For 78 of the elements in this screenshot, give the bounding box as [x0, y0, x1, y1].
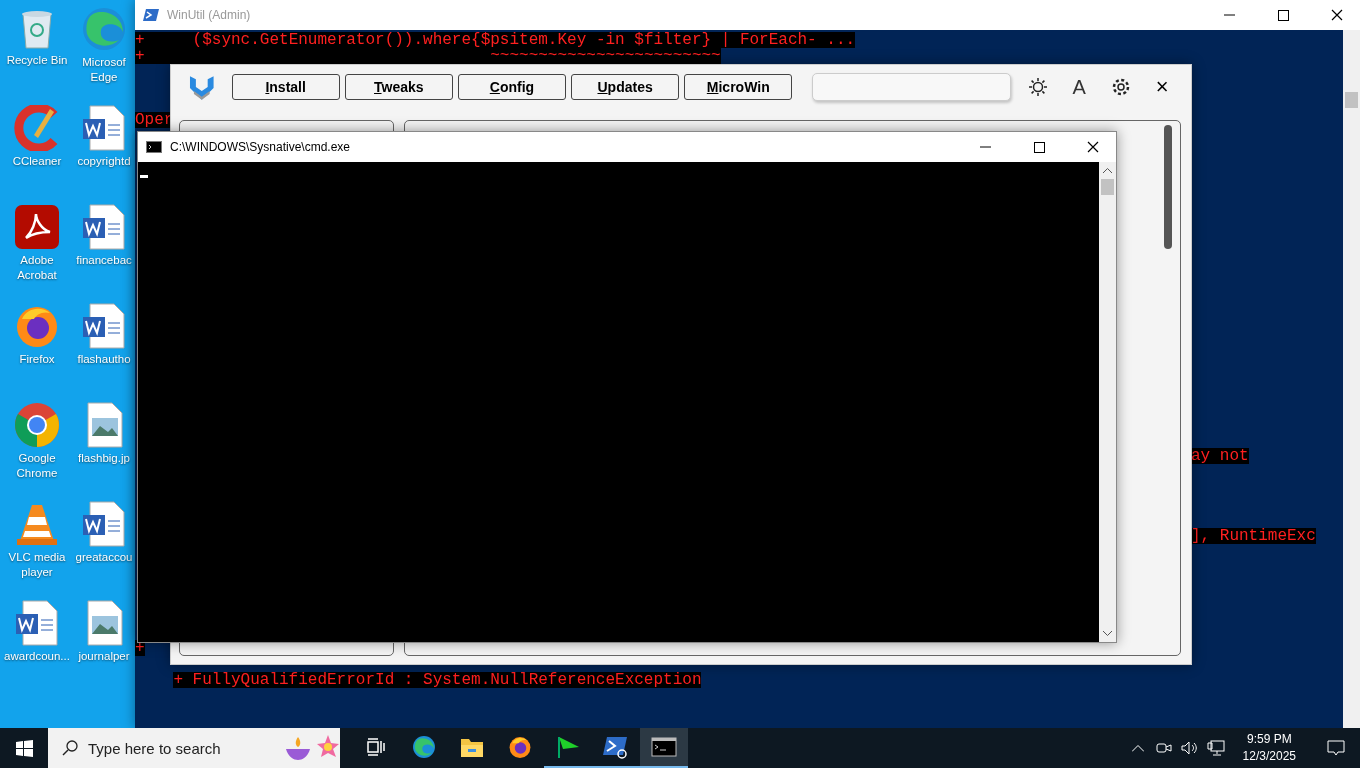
powershell-icon[interactable]	[603, 734, 629, 760]
firefox-icon[interactable]	[508, 735, 532, 759]
clock-time[interactable]: 9:59 PM	[1246, 731, 1292, 748]
image-file-icon	[84, 402, 124, 448]
desktop-icon-label[interactable]: Recycle Bin	[6, 53, 68, 68]
minimize-icon[interactable]	[1223, 14, 1235, 16]
chevron-up-icon[interactable]	[1131, 744, 1144, 752]
maximize-icon[interactable]	[1033, 141, 1045, 153]
clock-date[interactable]: 12/3/2025	[1242, 748, 1296, 765]
edge-icon[interactable]	[412, 735, 436, 759]
edge-icon	[81, 6, 127, 52]
maximize-icon[interactable]	[1277, 9, 1289, 21]
scrollbar-thumb[interactable]	[1101, 179, 1114, 195]
nav-tab[interactable]: Tweaks	[344, 74, 453, 100]
word-document-icon	[15, 600, 59, 646]
taskbar-search-field[interactable]: Type here to search	[48, 728, 340, 768]
error-text: + ($sync.GetEnumerator()).where{$psitem.Key -in $filter} | ForEach- ...	[135, 32, 856, 48]
desktop-icon-label[interactable]: financebac	[76, 253, 132, 268]
windows-start-icon[interactable]	[15, 739, 33, 757]
desktop-icon-label[interactable]: flashautho	[77, 352, 131, 367]
desktop-icon-label[interactable]: CCleaner	[12, 154, 62, 169]
sun-icon[interactable]	[1027, 77, 1048, 97]
close-button[interactable]: ×	[1147, 72, 1177, 102]
festive-lamp-drawing	[284, 733, 340, 763]
nav-tab[interactable]: Updates	[571, 74, 680, 100]
settings-icon[interactable]	[1110, 77, 1131, 97]
desktop-icon-label[interactable]: greataccou	[75, 550, 133, 565]
word-document-icon	[82, 204, 126, 250]
desktop-icon-label[interactable]: Firefox	[19, 352, 55, 367]
desktop-icon-label[interactable]: flashbig.jp	[78, 451, 130, 466]
close-icon[interactable]	[1087, 141, 1099, 153]
minimize-icon[interactable]	[979, 146, 991, 148]
image-file-icon	[84, 600, 124, 646]
word-document-icon	[82, 501, 126, 547]
scrollbar[interactable]	[1099, 162, 1116, 642]
desktop-icon-label[interactable]: Adobe Acrobat	[0, 253, 74, 283]
acrobat-icon	[14, 204, 60, 250]
text-cursor	[140, 175, 148, 178]
powershell-icon	[143, 8, 159, 22]
desktop-icon-label[interactable]: journalper	[78, 649, 130, 664]
command-prompt-icon	[146, 141, 162, 153]
error-text: ay not	[1191, 448, 1249, 464]
scroll-down-icon[interactable]	[1103, 631, 1112, 636]
desktop-icon-label[interactable]: copyrightd	[77, 154, 131, 169]
error-text: ], RuntimeExc	[1191, 528, 1316, 544]
window-title: WinUtil (Admin)	[167, 8, 252, 22]
chrome-icon	[14, 402, 60, 448]
desktop-icon-label[interactable]: awardcoun...	[4, 649, 70, 664]
notification-icon[interactable]	[1327, 740, 1345, 756]
nav-tab[interactable]: Install	[231, 74, 340, 100]
word-document-icon	[82, 303, 126, 349]
folder-icon[interactable]	[460, 736, 484, 758]
ccleaner-icon	[14, 105, 60, 151]
word-document-icon	[82, 105, 126, 151]
camera-icon[interactable]	[1155, 741, 1172, 755]
close-icon[interactable]	[1331, 9, 1343, 21]
scroll-up-icon[interactable]	[1103, 168, 1112, 173]
window-title: C:\WINDOWS\Sysnative\cmd.exe	[170, 140, 352, 154]
desktop-icon-label[interactable]: VLC media player	[0, 550, 74, 580]
search-field[interactable]	[812, 73, 1011, 101]
nav-tab[interactable]: MicroWin	[684, 74, 793, 100]
speaker-icon[interactable]	[1180, 741, 1199, 755]
scrollbar-thumb[interactable]	[1164, 125, 1172, 249]
desktop-icon-label[interactable]: Microsof Edge	[74, 55, 134, 85]
nav-tab[interactable]: Config	[457, 74, 567, 100]
error-text: + FullyQualifiedErrorId : System.NullReferenceException	[173, 672, 702, 688]
task-view-icon[interactable]	[366, 738, 386, 756]
command-prompt-icon[interactable]	[651, 737, 677, 757]
scrollbar-thumb[interactable]	[1345, 92, 1358, 108]
desktop-icon-label[interactable]: Google Chrome	[0, 451, 74, 481]
network-icon[interactable]	[1206, 740, 1225, 756]
error-text: + ~~~~~~~~~~~~~~~~~~~~~~~~	[135, 48, 721, 64]
search-icon	[62, 740, 78, 756]
scrollbar[interactable]	[1343, 30, 1360, 728]
font-size-button[interactable]: A	[1064, 72, 1094, 102]
flag-icon[interactable]	[555, 735, 581, 759]
search-placeholder: Type here to search	[88, 739, 222, 757]
shield-logo-icon	[189, 73, 215, 101]
